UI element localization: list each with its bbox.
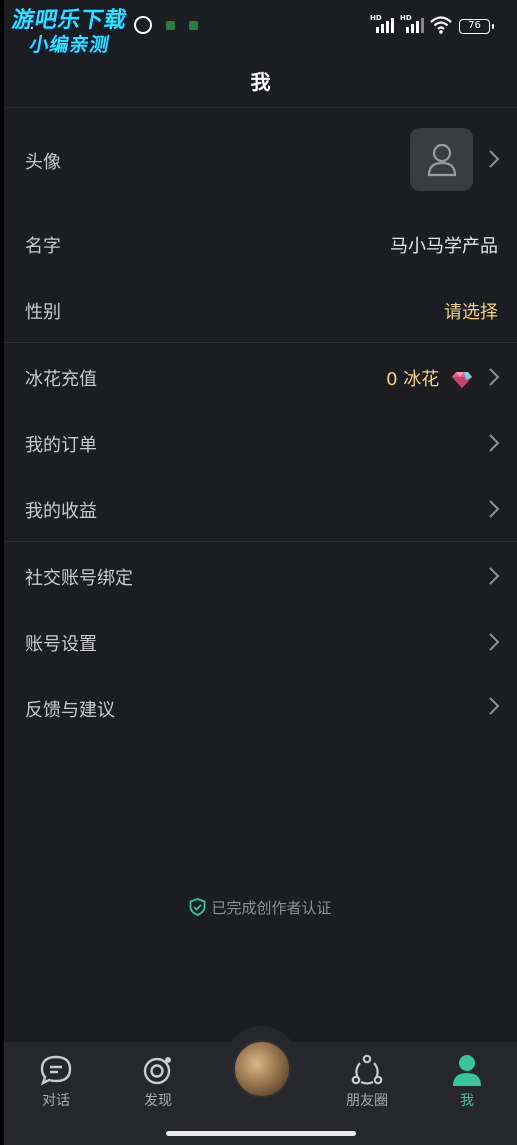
- avatar-label: 头像: [25, 152, 61, 173]
- avatar[interactable]: [410, 128, 473, 191]
- tab-discover-label: 发现: [144, 1093, 172, 1109]
- diamond-icon: [452, 372, 472, 388]
- chevron-right-icon: [489, 150, 500, 168]
- home-indicator[interactable]: [166, 1131, 356, 1136]
- notification-icon: [166, 21, 175, 30]
- screen: 1 HD HD 76 游吧乐下载 小编亲测 我 头像 名字 马小马学产品 性别 …: [4, 0, 517, 1145]
- recharge-balance: 0 冰花: [386, 365, 473, 391]
- alarm-icon: [134, 16, 152, 34]
- battery-icon: 76: [459, 19, 494, 34]
- name-label: 名字: [25, 236, 61, 257]
- watermark-line-1: 游吧乐下载: [9, 8, 130, 33]
- chevron-right-icon: [489, 567, 500, 585]
- notification-icon: [189, 21, 198, 30]
- orders-label: 我的订单: [25, 435, 97, 456]
- tab-chat-label: 对话: [42, 1093, 70, 1109]
- page-title: 我: [250, 70, 271, 94]
- avatar-row[interactable]: 头像: [4, 110, 517, 208]
- user-placeholder-icon: [427, 143, 457, 177]
- shield-check-icon: [190, 898, 206, 916]
- chevron-right-icon: [489, 434, 500, 452]
- signal-icon: [406, 18, 424, 33]
- tab-me-label: 我: [460, 1093, 474, 1109]
- feedback-row[interactable]: 反馈与建议: [4, 674, 517, 740]
- gender-label: 性别: [25, 302, 61, 323]
- social-binding-label: 社交账号绑定: [25, 568, 133, 589]
- tab-discover[interactable]: 发现: [118, 1054, 198, 1110]
- page-header: 我: [4, 56, 517, 108]
- watermark: 游吧乐下载 小编亲测: [6, 8, 129, 56]
- recharge-row[interactable]: 冰花充值 0 冰花: [4, 343, 517, 409]
- orders-row[interactable]: 我的订单: [4, 409, 517, 475]
- chevron-right-icon: [489, 500, 500, 518]
- recharge-value: 0 冰花: [386, 369, 440, 390]
- gender-select[interactable]: 请选择: [444, 298, 498, 324]
- tab-me[interactable]: 我: [427, 1054, 507, 1110]
- center-avatar-button[interactable]: [233, 1040, 291, 1098]
- certification-text: 已完成创作者认证: [211, 899, 332, 917]
- chevron-right-icon: [489, 633, 500, 651]
- signal-icon: [376, 18, 394, 33]
- watermark-line-2: 小编亲测: [27, 34, 112, 56]
- account-settings-row[interactable]: 账号设置: [4, 608, 517, 674]
- chevron-right-icon: [489, 697, 500, 715]
- earnings-row[interactable]: 我的收益: [4, 475, 517, 541]
- tab-chat[interactable]: 对话: [16, 1054, 96, 1110]
- social-binding-row[interactable]: 社交账号绑定: [4, 542, 517, 608]
- name-row[interactable]: 名字 马小马学产品: [4, 210, 517, 276]
- name-value: 马小马学产品: [390, 236, 498, 257]
- earnings-label: 我的收益: [25, 501, 97, 522]
- moments-icon: [351, 1054, 383, 1085]
- tab-moments-label: 朋友圈: [346, 1093, 388, 1109]
- discover-icon: [143, 1057, 171, 1085]
- tab-moments[interactable]: 朋友圈: [327, 1054, 407, 1110]
- person-icon: [453, 1055, 481, 1086]
- chat-bubble-icon: [40, 1055, 72, 1086]
- feedback-label: 反馈与建议: [25, 700, 115, 721]
- recharge-label: 冰花充值: [25, 369, 97, 390]
- wifi-icon: [430, 16, 452, 34]
- gender-row[interactable]: 性别 请选择: [4, 276, 517, 342]
- account-settings-label: 账号设置: [25, 634, 97, 655]
- creator-certification: 已完成创作者认证: [4, 897, 517, 918]
- chevron-right-icon: [489, 368, 500, 386]
